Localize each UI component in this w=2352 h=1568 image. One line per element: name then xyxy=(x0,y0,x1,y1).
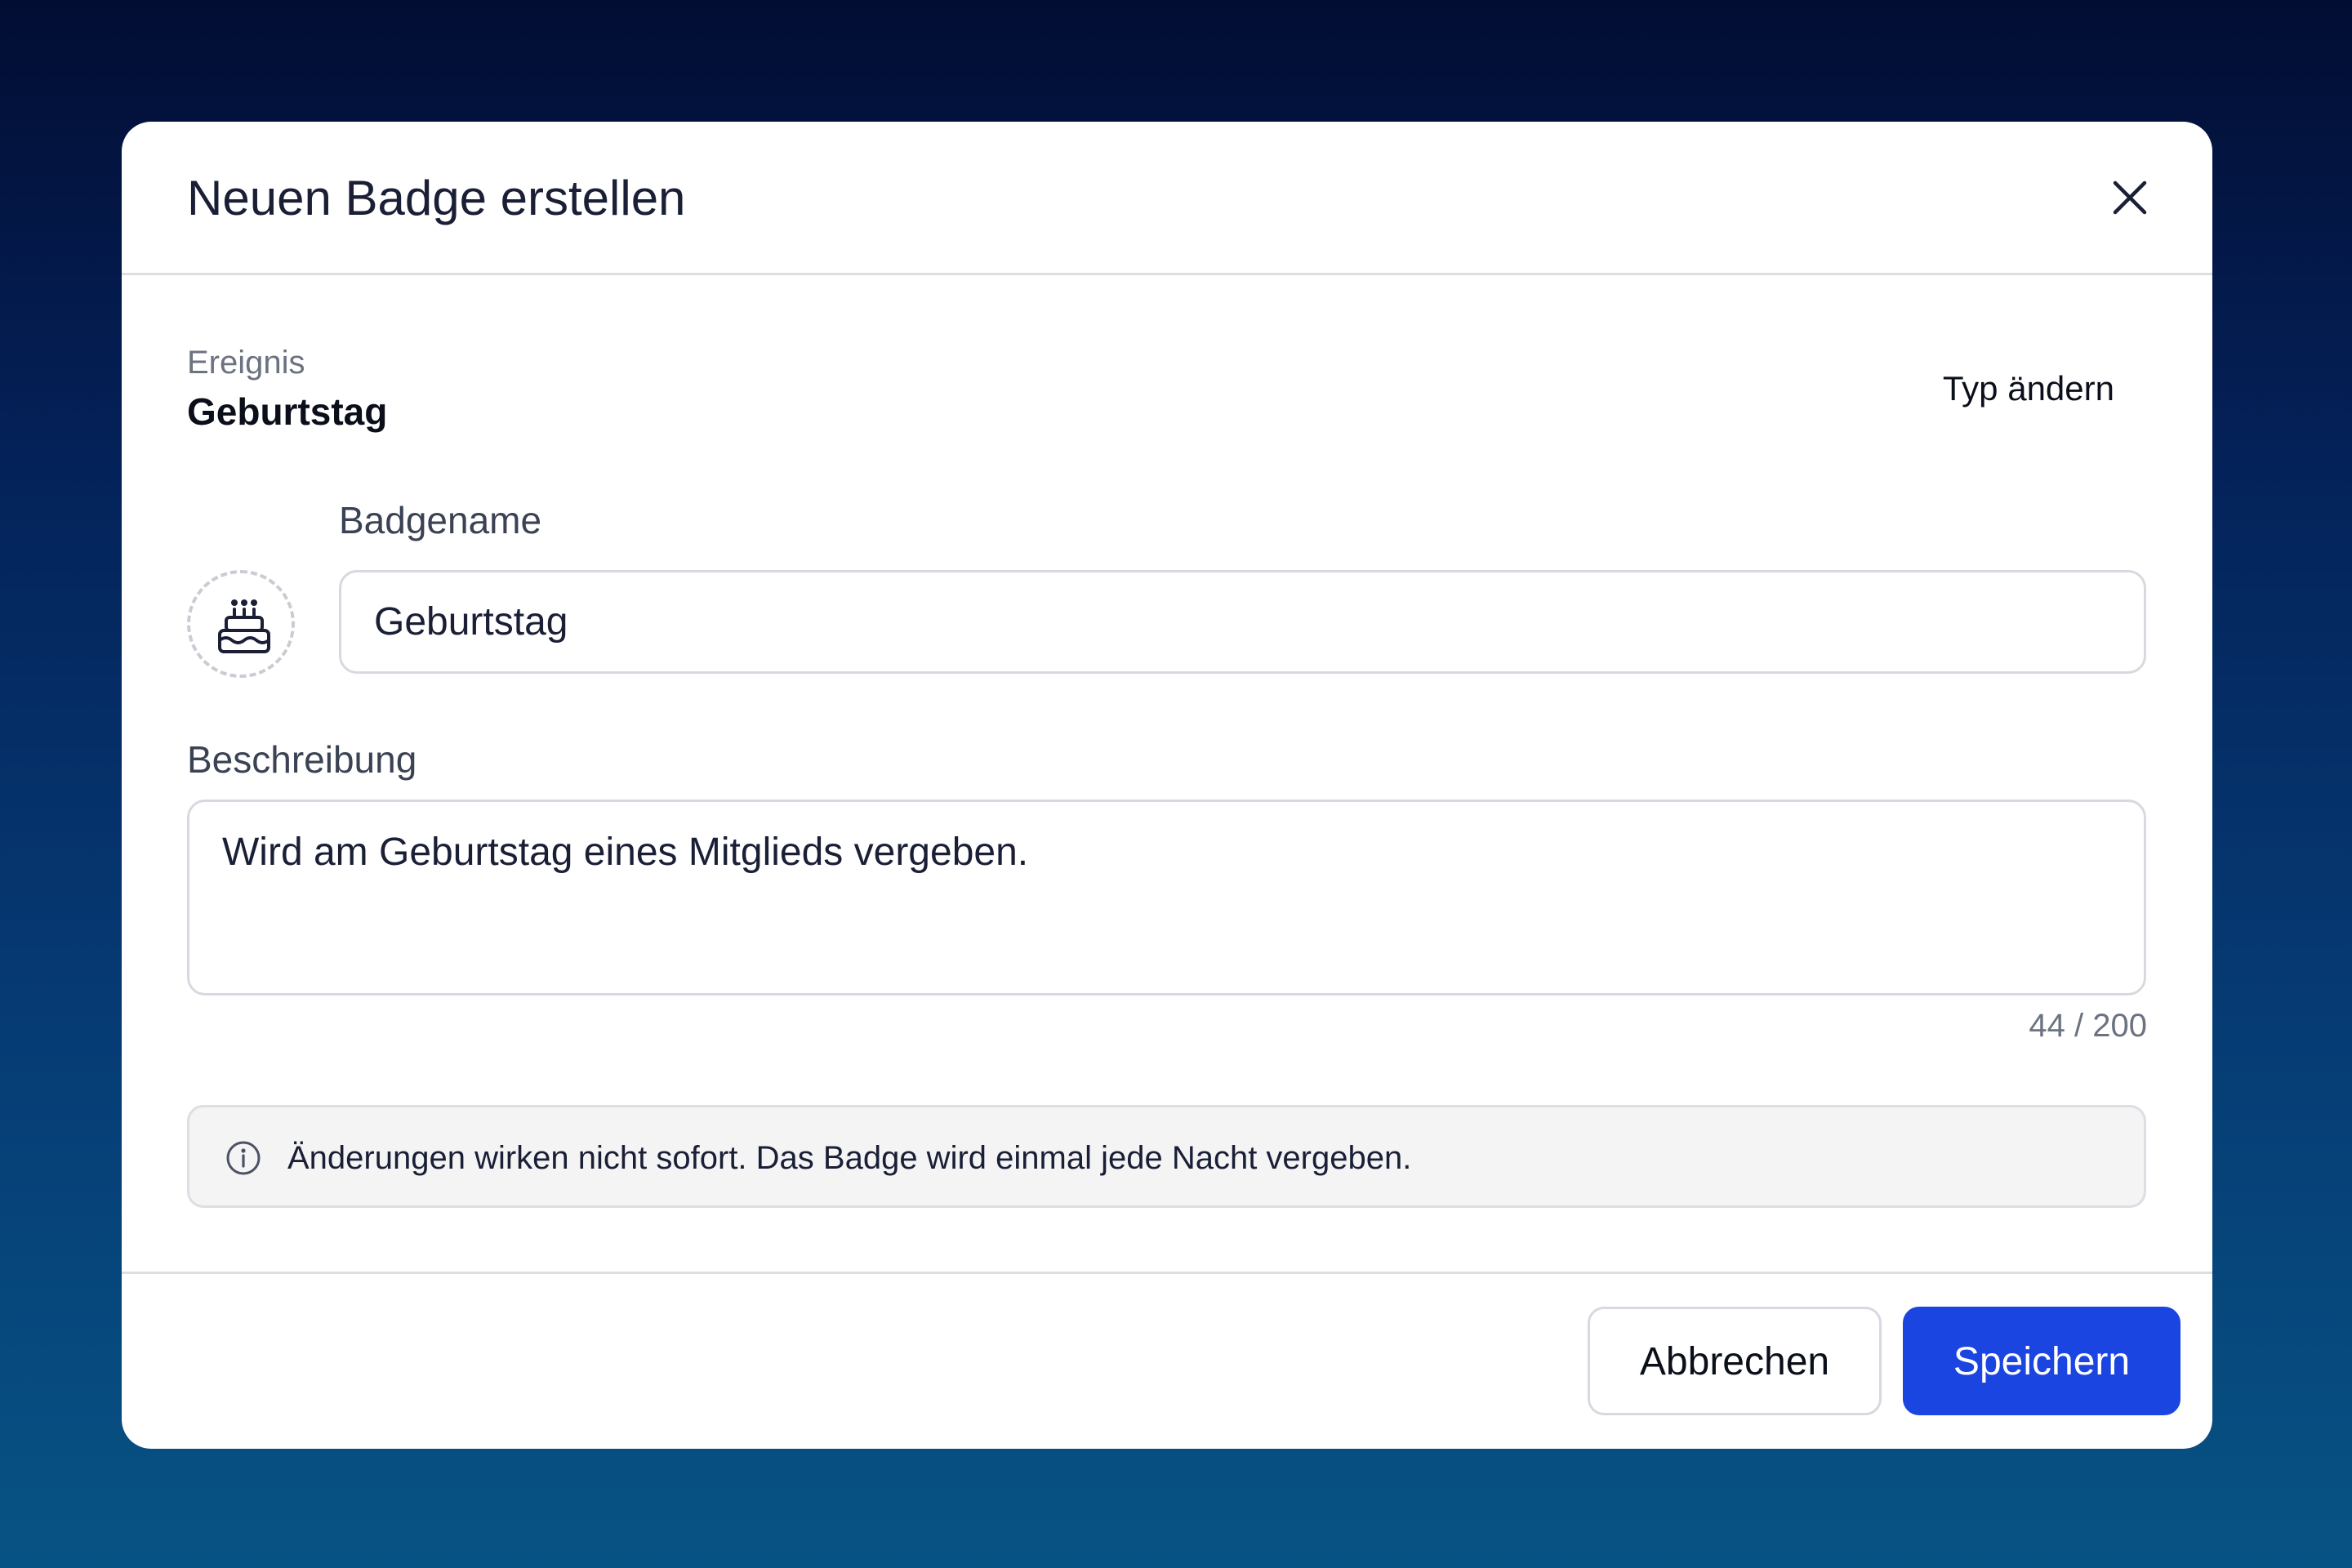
change-type-button[interactable]: Typ ändern xyxy=(1918,367,2114,411)
info-icon xyxy=(226,1141,261,1175)
dialog-header: Neuen Badge erstellen xyxy=(122,122,2212,275)
description-label: Beschreibung xyxy=(187,738,417,781)
character-counter: 44 / 200 xyxy=(2029,1008,2147,1044)
save-button[interactable]: Speichern xyxy=(1903,1307,2180,1415)
badge-icon-picker[interactable] xyxy=(187,570,295,678)
close-button[interactable] xyxy=(2109,177,2150,218)
cake-icon xyxy=(218,599,270,653)
close-icon xyxy=(2113,180,2147,215)
event-value: Geburtstag xyxy=(187,390,388,433)
cancel-button[interactable]: Abbrechen xyxy=(1588,1307,1882,1415)
dialog-footer: Abbrechen Speichern xyxy=(122,1272,2212,1449)
info-notice: Änderungen wirken nicht sofort. Das Badg… xyxy=(187,1105,2146,1208)
event-label: Ereignis xyxy=(187,345,305,381)
info-text: Änderungen wirken nicht sofort. Das Badg… xyxy=(287,1140,1412,1176)
description-textarea[interactable]: Wird am Geburtstag eines Mitglieds verge… xyxy=(187,800,2146,996)
badgename-input[interactable] xyxy=(339,570,2146,674)
dialog-title: Neuen Badge erstellen xyxy=(187,171,686,225)
badgename-label: Badgename xyxy=(339,499,542,541)
create-badge-dialog: Neuen Badge erstellen Ereignis Geburtsta… xyxy=(122,122,2212,1449)
